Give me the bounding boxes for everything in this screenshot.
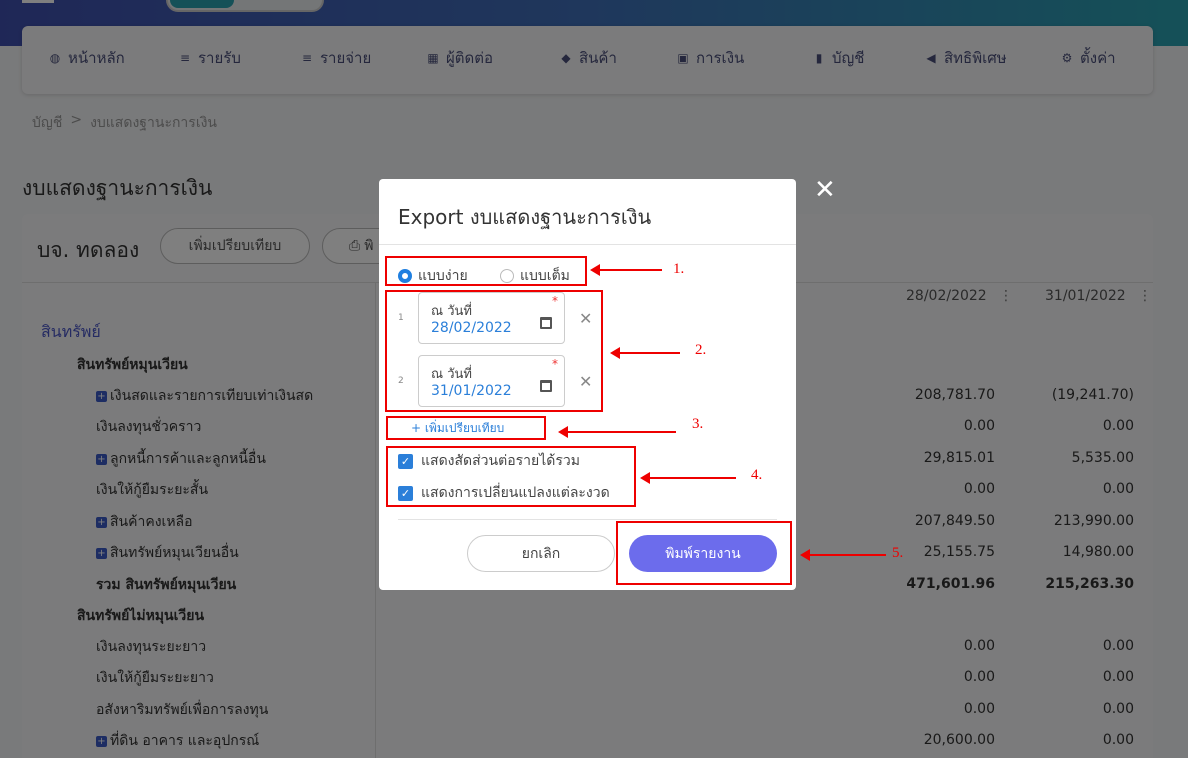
annotation-arrow — [590, 264, 662, 276]
divider — [398, 519, 777, 520]
close-icon[interactable]: ✕ — [814, 177, 836, 203]
annotation-arrow — [640, 472, 736, 484]
annotation-arrow — [800, 549, 886, 561]
annotation-box — [386, 416, 546, 440]
annotation-arrow — [610, 347, 680, 359]
dialog-title: Export งบแสดงฐานะการเงิน — [398, 205, 652, 229]
annotation-label: 2. — [695, 342, 707, 358]
annotation-box — [616, 521, 792, 585]
annotation-arrow — [558, 426, 676, 438]
annotation-box — [385, 290, 603, 412]
annotation-label: 1. — [673, 261, 685, 277]
annotation-box — [385, 256, 587, 286]
annotation-box — [386, 446, 636, 507]
annotation-label: 5. — [892, 545, 904, 561]
divider — [379, 244, 796, 245]
cancel-button[interactable]: ยกเลิก — [467, 535, 615, 572]
annotation-label: 3. — [692, 416, 704, 432]
annotation-label: 4. — [751, 467, 763, 483]
